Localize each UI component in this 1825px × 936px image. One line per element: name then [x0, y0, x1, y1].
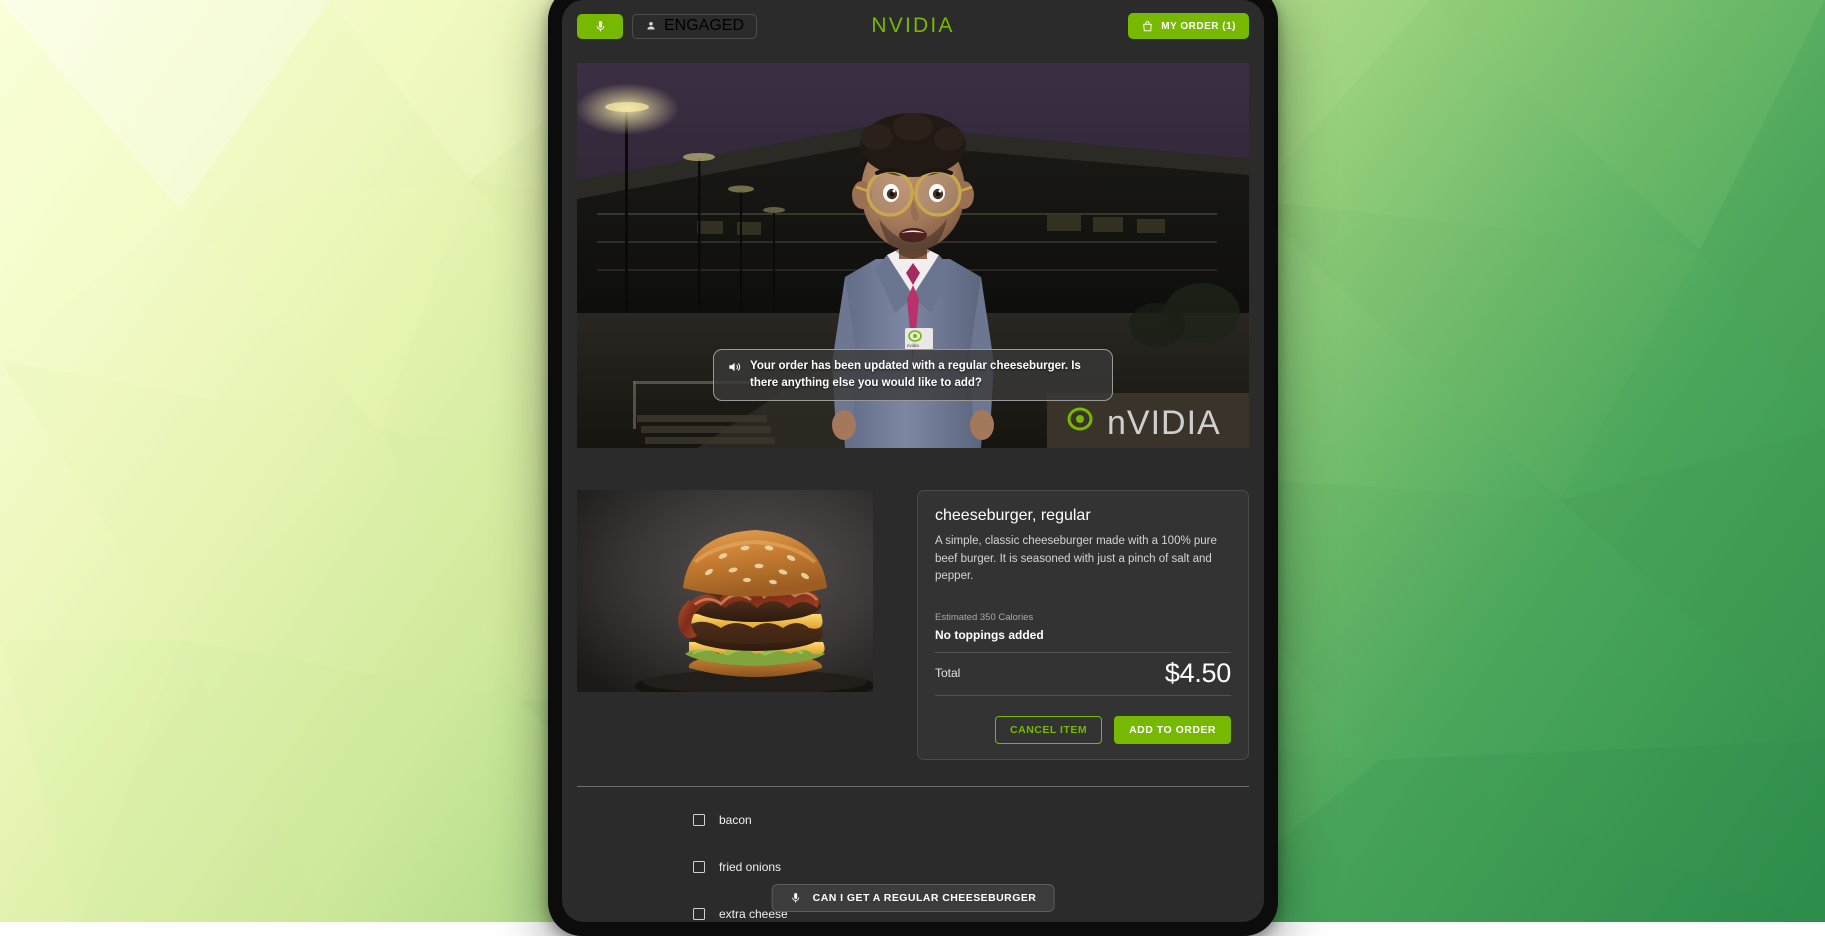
my-order-label: MY ORDER (1) [1161, 20, 1236, 32]
person-icon [647, 21, 655, 30]
calorie-estimate: Estimated 350 Calories [935, 611, 1034, 623]
device-frame: ENGAGED NVIDIA MY ORDER (1) nVIDIA nvidi… [548, 0, 1278, 936]
avatar-video-stage[interactable]: nVIDIA nvidia Your order has been update… [577, 63, 1249, 448]
product-section: cheeseburger, regular A simple, classic … [562, 448, 1264, 760]
engagement-status-label: ENGAGED [664, 17, 745, 34]
svg-text:nvidia: nvidia [907, 343, 919, 348]
product-description: A simple, classic cheeseburger made with… [935, 535, 1217, 583]
topping-option-fried-onions[interactable]: fried onions [693, 860, 1249, 874]
my-order-button[interactable]: MY ORDER (1) [1128, 13, 1249, 39]
topping-label: fried onions [719, 859, 782, 874]
total-row: Total $4.50 [935, 651, 1231, 696]
topping-label: bacon [719, 812, 752, 827]
toppings-summary: No toppings added [935, 627, 1044, 642]
total-label: Total [935, 666, 961, 681]
avatar-caption-bubble: Your order has been updated with a regul… [713, 349, 1113, 401]
topping-checkbox[interactable] [693, 860, 705, 873]
voice-transcript-bar[interactable]: CAN I GET A REGULAR CHEESEBURGER [771, 884, 1055, 912]
product-detail-card: cheeseburger, regular A simple, classic … [917, 490, 1249, 760]
card-actions: CANCEL ITEM ADD TO ORDER [935, 715, 1231, 744]
topping-checkbox[interactable] [693, 813, 705, 826]
product-title: cheeseburger, regular [935, 507, 1091, 524]
header-left-controls: ENGAGED [577, 13, 758, 39]
topping-option-bacon[interactable]: bacon [693, 813, 1249, 827]
total-amount: $4.50 [1164, 657, 1231, 688]
cheeseburger-photo [577, 490, 873, 692]
avatar-caption-text: Your order has been updated with a regul… [750, 360, 1081, 389]
add-to-order-button[interactable]: ADD TO ORDER [1114, 715, 1231, 744]
topping-checkbox[interactable] [693, 907, 705, 920]
kiosk-app: ENGAGED NVIDIA MY ORDER (1) nVIDIA nvidi… [562, 0, 1264, 922]
shopping-bag-icon [1143, 20, 1153, 31]
cancel-item-button[interactable]: CANCEL ITEM [995, 715, 1103, 744]
microphone-button[interactable] [577, 13, 623, 39]
voice-transcript-text: CAN I GET A REGULAR CHEESEBURGER [812, 892, 1037, 904]
engagement-status-badge[interactable]: ENGAGED [632, 13, 758, 39]
microphone-icon [792, 893, 800, 903]
product-image [577, 490, 873, 692]
app-header: ENGAGED NVIDIA MY ORDER (1) [562, 0, 1264, 52]
microphone-icon [596, 20, 604, 31]
svg-text:nVIDIA: nVIDIA [1107, 404, 1221, 442]
speaker-icon [729, 363, 741, 372]
